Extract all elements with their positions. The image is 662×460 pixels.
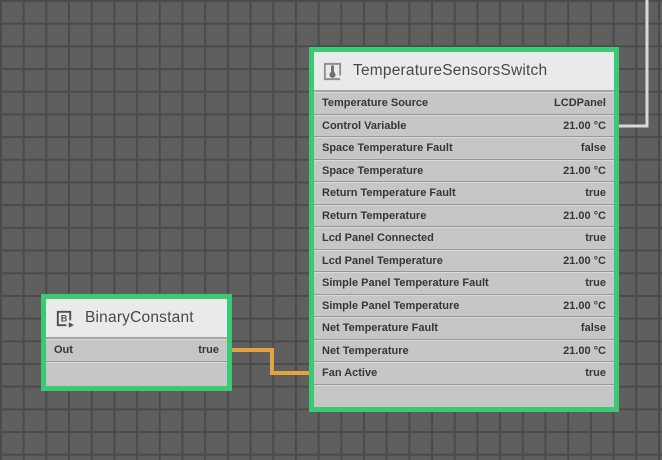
property-label: Temperature Source [322, 97, 428, 109]
property-row[interactable]: Space Temperature 21.00 °C [314, 160, 614, 183]
thermometer-icon [322, 61, 343, 82]
node-footer [314, 385, 614, 408]
node-footer [46, 362, 227, 387]
property-rows: Out true [46, 339, 227, 362]
property-value: false [581, 142, 606, 154]
property-row[interactable]: Return Temperature Fault true [314, 182, 614, 205]
property-value: 21.00 °C [563, 255, 606, 267]
property-label: Lcd Panel Temperature [322, 255, 443, 267]
property-label: Control Variable [322, 120, 406, 132]
property-label: Return Temperature [322, 210, 426, 222]
property-value: true [585, 232, 606, 244]
node-temperature-sensors-switch[interactable]: TemperatureSensorsSwitch Temperature Sou… [309, 47, 619, 412]
property-row[interactable]: Simple Panel Temperature 21.00 °C [314, 295, 614, 318]
wiresheet-canvas[interactable]: TemperatureSensorsSwitch Temperature Sou… [0, 0, 662, 460]
property-value: 21.00 °C [563, 345, 606, 357]
property-row[interactable]: Lcd Panel Temperature 21.00 °C [314, 250, 614, 273]
node-header[interactable]: B BinaryConstant [46, 299, 227, 339]
node-title: BinaryConstant [85, 309, 194, 327]
property-label: Return Temperature Fault [322, 187, 456, 199]
property-rows: Temperature Source LCDPanel Control Vari… [314, 92, 614, 385]
property-value: true [198, 344, 219, 356]
property-value: false [581, 322, 606, 334]
property-row[interactable]: Return Temperature 21.00 °C [314, 205, 614, 228]
binary-constant-icon: B [54, 308, 75, 329]
property-label: Space Temperature Fault [322, 142, 453, 154]
property-label: Fan Active [322, 367, 377, 379]
property-label: Lcd Panel Connected [322, 232, 434, 244]
property-row[interactable]: Space Temperature Fault false [314, 137, 614, 160]
property-row[interactable]: Out true [46, 339, 227, 362]
property-value: LCDPanel [554, 97, 606, 109]
property-value: true [585, 367, 606, 379]
property-label: Net Temperature Fault [322, 322, 438, 334]
wire-binary-out-to-fan-active[interactable] [227, 350, 313, 373]
node-title: TemperatureSensorsSwitch [353, 62, 547, 80]
property-value: 21.00 °C [563, 165, 606, 177]
property-value: 21.00 °C [563, 300, 606, 312]
property-row[interactable]: Fan Active true [314, 362, 614, 385]
property-value: true [585, 187, 606, 199]
property-value: 21.00 °C [563, 120, 606, 132]
property-row[interactable]: Control Variable 21.00 °C [314, 115, 614, 138]
property-label: Simple Panel Temperature [322, 300, 459, 312]
property-label: Net Temperature [322, 345, 409, 357]
property-row[interactable]: Simple Panel Temperature Fault true [314, 272, 614, 295]
property-label: Simple Panel Temperature Fault [322, 277, 489, 289]
property-value: true [585, 277, 606, 289]
property-row[interactable]: Net Temperature Fault false [314, 317, 614, 340]
property-row[interactable]: Lcd Panel Connected true [314, 227, 614, 250]
property-row[interactable]: Temperature Source LCDPanel [314, 92, 614, 115]
svg-text:B: B [61, 313, 68, 323]
property-label: Space Temperature [322, 165, 423, 177]
property-row[interactable]: Net Temperature 21.00 °C [314, 340, 614, 363]
property-value: 21.00 °C [563, 210, 606, 222]
node-header[interactable]: TemperatureSensorsSwitch [314, 52, 614, 92]
property-label: Out [54, 344, 73, 356]
node-binary-constant[interactable]: B BinaryConstant Out true [41, 294, 232, 391]
